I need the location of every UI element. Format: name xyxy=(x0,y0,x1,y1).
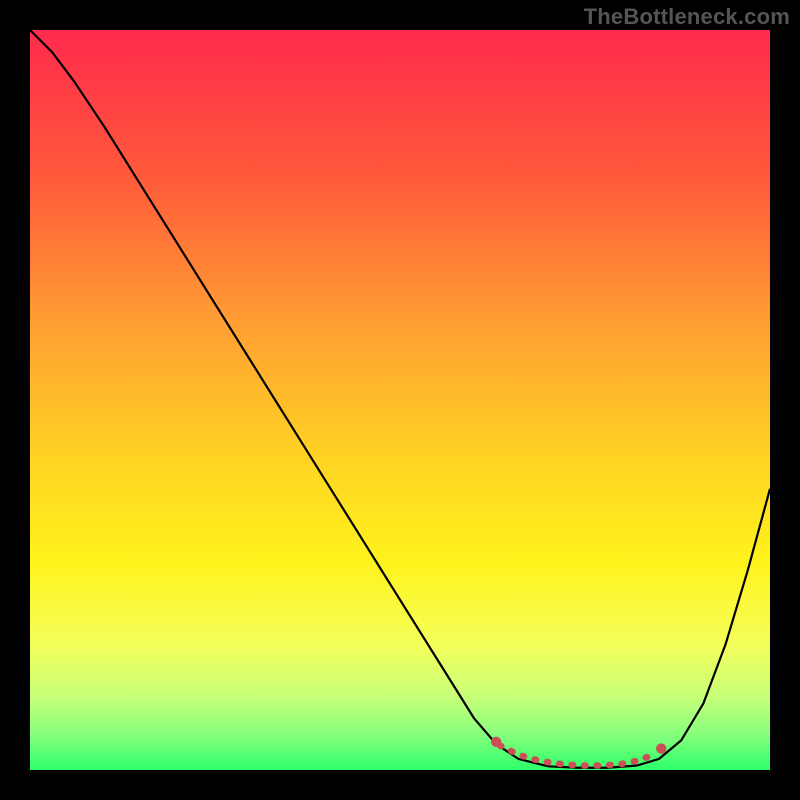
watermark-text: TheBottleneck.com xyxy=(584,4,790,30)
chart-svg xyxy=(30,30,770,770)
optimal-endpoint-dot xyxy=(656,743,666,753)
chart-wrapper: TheBottleneck.com xyxy=(0,0,800,800)
plot-frame xyxy=(30,30,770,770)
gradient-background xyxy=(30,30,770,770)
optimal-endpoint-dot xyxy=(491,737,501,747)
